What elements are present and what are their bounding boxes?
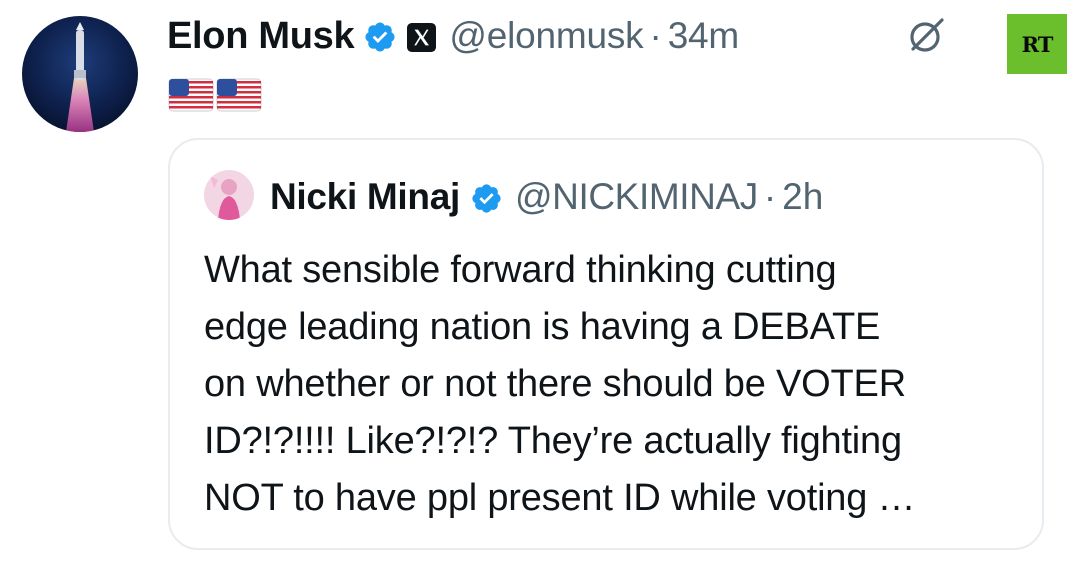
verified-badge-icon[interactable]: [363, 20, 397, 54]
quoted-tweet-header: Nicki Minaj @NICKIMINAJ · 2h: [270, 170, 823, 224]
author-avatar[interactable]: [22, 16, 138, 132]
quoted-text-line: What sensible forward thinking cutting: [204, 249, 837, 291]
author-handle[interactable]: @elonmusk: [449, 15, 643, 57]
quoted-text-line: on whether or not there should be VOTER: [204, 363, 906, 405]
timestamp[interactable]: 34m: [668, 15, 739, 57]
quoted-text-line: NOT to have ppl present ID while voting …: [204, 477, 916, 519]
quoted-author-name[interactable]: Nicki Minaj: [270, 176, 460, 218]
author-name[interactable]: Elon Musk: [167, 15, 355, 58]
x-logo-icon[interactable]: [407, 23, 437, 52]
separator-dot: ·: [649, 15, 662, 56]
us-flag-icon: [216, 78, 262, 112]
tweet-screenshot: Elon Musk @elonmusk · 34m RT Nicki Minaj…: [0, 0, 1080, 562]
quoted-tweet-card[interactable]: Nicki Minaj @NICKIMINAJ · 2h What sensib…: [168, 138, 1044, 550]
verified-badge-icon[interactable]: [470, 182, 503, 215]
quoted-author-handle[interactable]: @NICKIMINAJ: [515, 176, 758, 218]
quoted-text-line: edge leading nation is having a DEBATE: [204, 306, 881, 348]
rt-logo-text: RT: [1021, 31, 1054, 57]
quoted-text-line: ID?!?!!!! Like?!?!? They’re actually fig…: [204, 420, 902, 462]
quoted-timestamp[interactable]: 2h: [782, 176, 823, 218]
quoted-author-avatar[interactable]: [204, 170, 254, 220]
us-flag-icon: [168, 78, 214, 112]
grok-icon[interactable]: [904, 12, 950, 58]
tweet-header: Elon Musk @elonmusk · 34m: [167, 8, 739, 64]
separator-dot: ·: [763, 176, 777, 217]
tweet-body: [168, 78, 262, 112]
quoted-tweet-text: What sensible forward thinking cutting e…: [204, 242, 1034, 527]
rt-logo: RT: [1007, 14, 1067, 74]
